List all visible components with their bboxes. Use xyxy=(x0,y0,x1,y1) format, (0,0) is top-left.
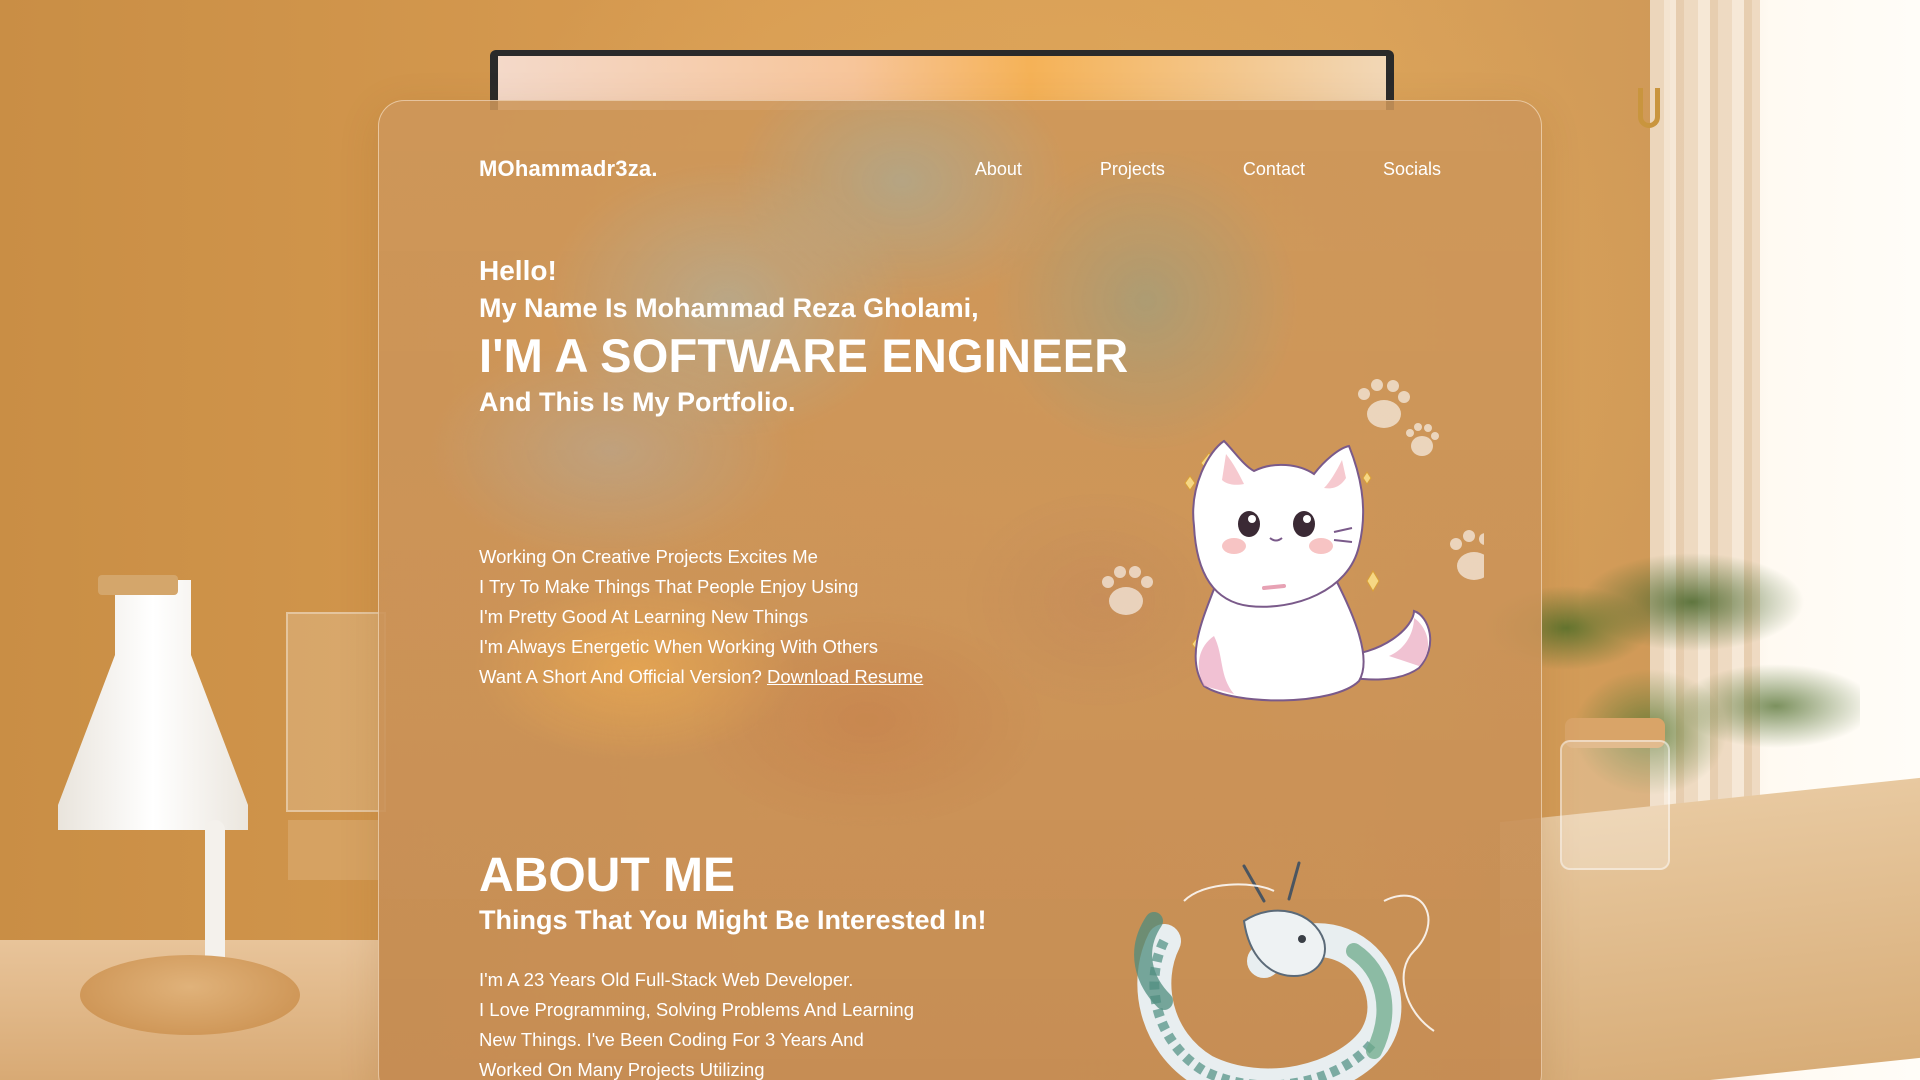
traits-list: Working On Creative Projects Excites Me … xyxy=(479,542,1099,692)
main-nav: About Projects Contact Socials xyxy=(975,159,1441,180)
hero-section: Hello! My Name Is Mohammad Reza Gholami,… xyxy=(479,253,1179,419)
wall-hook xyxy=(1638,88,1660,128)
about-body: I'm A 23 Years Old Full-Stack Web Develo… xyxy=(479,965,1099,1080)
lamp-pole xyxy=(205,820,225,970)
nav-projects[interactable]: Projects xyxy=(1100,159,1165,180)
trait-line: Working On Creative Projects Excites Me xyxy=(479,546,818,567)
trait-line: I'm Pretty Good At Learning New Things xyxy=(479,606,809,627)
trait-line: I Try To Make Things That People Enjoy U… xyxy=(479,576,859,597)
paw-print-icon xyxy=(1450,530,1484,580)
lamp-cap xyxy=(98,575,178,595)
about-line: Worked On Many Projects Utilizing xyxy=(479,1059,765,1080)
portfolio-card: MOhammadr3za. About Projects Contact Soc… xyxy=(378,100,1542,1080)
about-section: ABOUT ME Things That You Might Be Intere… xyxy=(479,849,1099,1080)
acrylic-organizer xyxy=(286,612,386,812)
shelf xyxy=(288,820,378,880)
jar xyxy=(1560,740,1670,870)
about-line: I'm A 23 Years Old Full-Stack Web Develo… xyxy=(479,969,854,990)
nav-contact[interactable]: Contact xyxy=(1243,159,1305,180)
lamp-base xyxy=(80,955,300,1035)
dragon-illustration xyxy=(1134,861,1435,1080)
about-line: New Things. I've Been Coding For 3 Years… xyxy=(479,1029,864,1050)
download-resume-link[interactable]: Download Resume xyxy=(767,666,923,687)
brand-logo[interactable]: MOhammadr3za. xyxy=(479,156,658,182)
hero-name: My Name Is Mohammad Reza Gholami, xyxy=(479,293,979,323)
cat-illustration xyxy=(1102,379,1484,702)
paw-print-icon xyxy=(1358,379,1410,428)
hero-subline: And This Is My Portfolio. xyxy=(479,387,796,417)
about-title: ABOUT ME xyxy=(479,849,735,902)
paw-print-icon xyxy=(1102,566,1153,615)
nav-socials[interactable]: Socials xyxy=(1383,159,1441,180)
hero-headline: I'M A SOFTWARE ENGINEER xyxy=(479,329,1129,382)
resume-prompt: Want A Short And Official Version? xyxy=(479,666,762,687)
paw-print-icon xyxy=(1406,423,1439,456)
about-subtitle: Things That You Might Be Interested In! xyxy=(479,905,987,935)
resume-line: Want A Short And Official Version? Downl… xyxy=(479,662,1099,692)
trait-line: I'm Always Energetic When Working With O… xyxy=(479,636,879,657)
about-line: I Love Programming, Solving Problems And… xyxy=(479,999,914,1020)
nav-about[interactable]: About xyxy=(975,159,1022,180)
hero-greeting: Hello! xyxy=(479,255,557,286)
